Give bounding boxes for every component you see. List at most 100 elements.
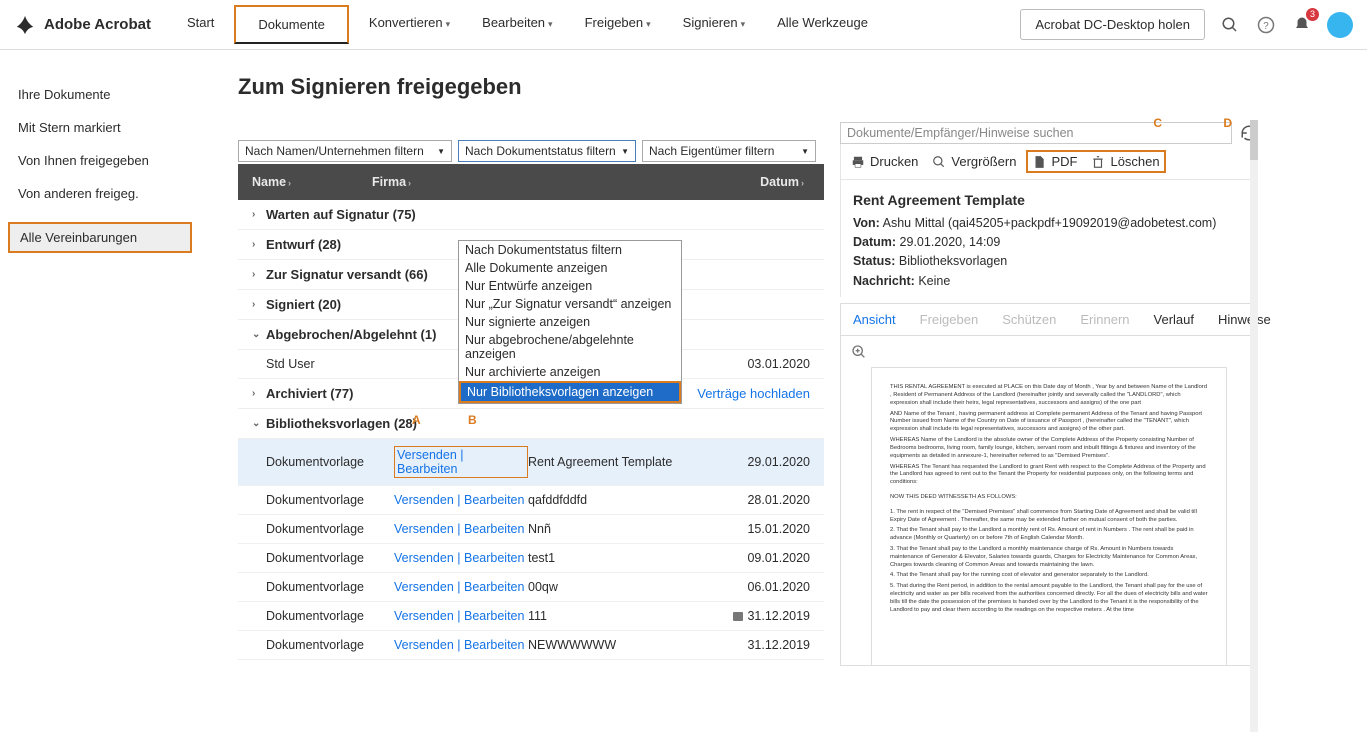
- acrobat-logo-icon: [14, 14, 36, 36]
- cell-date: 31.12.2019: [722, 609, 810, 623]
- meta-von-label: Von:: [853, 216, 880, 230]
- action-pdf[interactable]: PDF: [1032, 154, 1077, 169]
- zoom-in-icon[interactable]: [851, 344, 1247, 363]
- help-icon[interactable]: ?: [1255, 14, 1277, 36]
- dd-item[interactable]: Nur „Zur Signatur versandt“ anzeigen: [459, 295, 681, 313]
- dd-item[interactable]: Nur signierte anzeigen: [459, 313, 681, 331]
- dd-item[interactable]: Nur abgebrochene/abgelehnte anzeigen: [459, 331, 681, 363]
- cell-date: 28.01.2020: [734, 493, 810, 507]
- chevron-down-icon: ▾: [446, 19, 451, 29]
- dd-item[interactable]: Nur Entwürfe anzeigen: [459, 277, 681, 295]
- th-name[interactable]: Name›: [252, 175, 372, 189]
- dd-item[interactable]: Nur archivierte anzeigen: [459, 363, 681, 381]
- caret-down-icon: ▼: [621, 147, 629, 156]
- filter-status[interactable]: Nach Dokumentstatus filtern▼: [458, 140, 636, 162]
- page-title: Zum Signieren freigegeben: [238, 74, 824, 100]
- sidebar-item-von-ihnen[interactable]: Von Ihnen freigegeben: [0, 144, 200, 177]
- meta-von-value: Ashu Mittal (qai45205+packpdf+19092019@a…: [883, 216, 1217, 230]
- meta-nachricht-label: Nachricht:: [853, 274, 915, 288]
- link-bearbeiten[interactable]: Bearbeiten: [464, 638, 524, 652]
- link-bearbeiten[interactable]: Bearbeiten: [464, 609, 524, 623]
- dd-item[interactable]: Alle Dokumente anzeigen: [459, 259, 681, 277]
- table-row[interactable]: DokumentvorlageVersenden | Bearbeitenqaf…: [238, 486, 824, 515]
- table-row[interactable]: DokumentvorlageVersenden | Bearbeiten111…: [238, 602, 824, 631]
- link-versenden[interactable]: Versenden: [394, 580, 454, 594]
- action-drucken[interactable]: Drucken: [851, 154, 918, 169]
- table-row[interactable]: DokumentvorlageVersenden | Bearbeitentes…: [238, 544, 824, 573]
- cell-actions: Versenden | Bearbeiten: [394, 638, 528, 652]
- link-versenden[interactable]: Versenden: [397, 448, 457, 462]
- comment-icon: [733, 612, 743, 621]
- sidebar-item-alle-vereinbarungen[interactable]: Alle Vereinbarungen: [8, 222, 192, 253]
- link-bearbeiten[interactable]: Bearbeiten: [464, 493, 524, 507]
- link-bearbeiten[interactable]: Bearbeiten: [464, 551, 524, 565]
- zoom-icon: [932, 155, 946, 169]
- filter-name[interactable]: Nach Namen/Unternehmen filtern▼: [238, 140, 452, 162]
- cell-date: 15.01.2020: [734, 522, 810, 536]
- nav-konvertieren[interactable]: Konvertieren▾: [357, 5, 462, 44]
- table-row[interactable]: DokumentvorlageVersenden | BearbeitenRen…: [238, 439, 824, 486]
- chevron-right-icon: ›: [288, 178, 291, 188]
- tab-schuetzen: Schützen: [990, 304, 1068, 335]
- upload-link[interactable]: Verträge hochladen: [697, 386, 810, 401]
- filter-owner[interactable]: Nach Eigentümer filtern▼: [642, 140, 816, 162]
- nav-alle-werkzeuge[interactable]: Alle Werkzeuge: [765, 5, 880, 44]
- link-versenden[interactable]: Versenden: [394, 522, 454, 536]
- nav-bearbeiten[interactable]: Bearbeiten▾: [470, 5, 564, 44]
- nav-signieren[interactable]: Signieren▾: [671, 5, 757, 44]
- sidebar-item-stern[interactable]: Mit Stern markiert: [0, 111, 200, 144]
- th-firma[interactable]: Firma›: [372, 175, 522, 189]
- cell-actions: Versenden | Bearbeiten: [394, 551, 528, 565]
- cell-title: NEWWWWWW: [528, 638, 734, 652]
- callout-a: A: [412, 413, 421, 427]
- chevron-right-icon: ›: [408, 178, 411, 188]
- meta-status-label: Status:: [853, 254, 895, 268]
- avatar[interactable]: [1327, 12, 1353, 38]
- search-icon[interactable]: [1219, 14, 1241, 36]
- table-row[interactable]: DokumentvorlageVersenden | Bearbeiten00q…: [238, 573, 824, 602]
- link-versenden[interactable]: Versenden: [394, 551, 454, 565]
- sidebar-item-ihre-dokumente[interactable]: Ihre Dokumente: [0, 78, 200, 111]
- tab-verlauf[interactable]: Verlauf: [1142, 304, 1206, 335]
- tab-ansicht[interactable]: Ansicht: [841, 304, 908, 335]
- table-row[interactable]: DokumentvorlageVersenden | BearbeitenNnñ…: [238, 515, 824, 544]
- cell-actions: Versenden | Bearbeiten: [394, 493, 528, 507]
- group-warten[interactable]: ›Warten auf Signatur (75): [238, 200, 824, 230]
- action-vergroessern[interactable]: Vergrößern: [932, 154, 1016, 169]
- scrollbar[interactable]: [1250, 120, 1258, 732]
- cta-desktop-button[interactable]: Acrobat DC-Desktop holen: [1020, 9, 1205, 40]
- cell-type: Dokumentvorlage: [266, 638, 394, 652]
- notification-icon[interactable]: 3: [1291, 14, 1313, 36]
- nav-start[interactable]: Start: [175, 5, 226, 44]
- group-bibliothek[interactable]: ⌄Bibliotheksvorlagen (28) A B: [238, 409, 824, 439]
- search-input[interactable]: Dokumente/Empfänger/Hinweise suchen: [840, 122, 1232, 144]
- link-bearbeiten[interactable]: Bearbeiten: [464, 580, 524, 594]
- dd-item-selected[interactable]: Nur Bibliotheksvorlagen anzeigen: [459, 381, 681, 403]
- dd-item[interactable]: Nach Dokumentstatus filtern: [459, 241, 681, 259]
- callout-d: D: [1223, 116, 1232, 130]
- nav-freigeben[interactable]: Freigeben▾: [573, 5, 663, 44]
- cell-type: Dokumentvorlage: [266, 551, 394, 565]
- status-dropdown[interactable]: Nach Dokumentstatus filtern Alle Dokumen…: [458, 240, 682, 404]
- cell-date: 06.01.2020: [734, 580, 810, 594]
- link-bearbeiten[interactable]: Bearbeiten: [464, 522, 524, 536]
- cell-actions: Versenden | Bearbeiten: [394, 609, 528, 623]
- link-versenden[interactable]: Versenden: [394, 609, 454, 623]
- pdf-icon: [1032, 155, 1046, 169]
- meta-datum-value: 29.01.2020, 14:09: [900, 235, 1001, 249]
- sidebar-item-von-anderen[interactable]: Von anderen freigeg.: [0, 177, 200, 210]
- link-versenden[interactable]: Versenden: [394, 493, 454, 507]
- table-row[interactable]: DokumentvorlageVersenden | BearbeitenNEW…: [238, 631, 824, 660]
- nav-dokumente[interactable]: Dokumente: [234, 5, 348, 44]
- table-header: Name› Firma› Datum›: [238, 164, 824, 200]
- th-datum[interactable]: Datum›: [740, 175, 810, 189]
- tab-hinweise[interactable]: Hinweise: [1206, 304, 1283, 335]
- action-loeschen[interactable]: Löschen: [1091, 154, 1159, 169]
- cell-type: Dokumentvorlage: [266, 455, 394, 469]
- cell-title: qafddfddfd: [528, 493, 734, 507]
- notification-badge: 3: [1306, 8, 1319, 21]
- link-bearbeiten[interactable]: Bearbeiten: [397, 462, 457, 476]
- document-preview: THIS RENTAL AGREEMENT is executed at PLA…: [871, 367, 1227, 666]
- cell-type: Dokumentvorlage: [266, 609, 394, 623]
- link-versenden[interactable]: Versenden: [394, 638, 454, 652]
